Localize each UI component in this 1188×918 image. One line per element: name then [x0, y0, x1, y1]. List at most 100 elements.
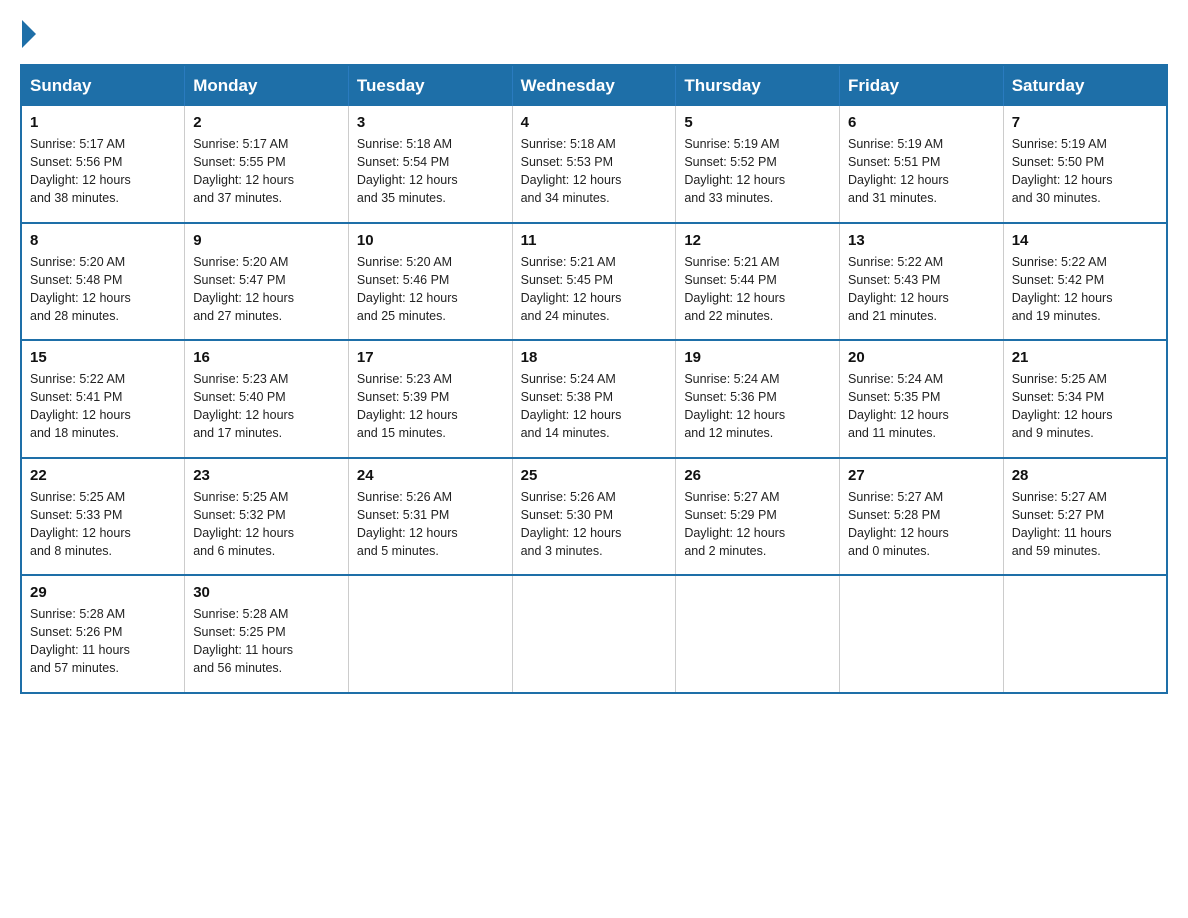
day-number: 4 [521, 114, 668, 131]
day-number: 16 [193, 349, 340, 366]
day-number: 29 [30, 584, 176, 601]
day-info: Sunrise: 5:25 AMSunset: 5:32 PMDaylight:… [193, 488, 340, 561]
day-info: Sunrise: 5:26 AMSunset: 5:31 PMDaylight:… [357, 488, 504, 561]
day-number: 10 [357, 232, 504, 249]
day-number: 13 [848, 232, 995, 249]
day-info: Sunrise: 5:26 AMSunset: 5:30 PMDaylight:… [521, 488, 668, 561]
header-tuesday: Tuesday [348, 65, 512, 106]
calendar-cell: 13 Sunrise: 5:22 AMSunset: 5:43 PMDaylig… [840, 223, 1004, 341]
calendar-cell: 1 Sunrise: 5:17 AMSunset: 5:56 PMDayligh… [21, 106, 185, 223]
day-number: 20 [848, 349, 995, 366]
logo-arrow-icon [22, 20, 36, 48]
day-info: Sunrise: 5:18 AMSunset: 5:54 PMDaylight:… [357, 135, 504, 208]
calendar-cell: 22 Sunrise: 5:25 AMSunset: 5:33 PMDaylig… [21, 458, 185, 576]
day-number: 1 [30, 114, 176, 131]
header-thursday: Thursday [676, 65, 840, 106]
day-number: 12 [684, 232, 831, 249]
calendar-week-4: 22 Sunrise: 5:25 AMSunset: 5:33 PMDaylig… [21, 458, 1167, 576]
day-info: Sunrise: 5:24 AMSunset: 5:36 PMDaylight:… [684, 370, 831, 443]
day-number: 26 [684, 467, 831, 484]
day-info: Sunrise: 5:22 AMSunset: 5:42 PMDaylight:… [1012, 253, 1158, 326]
day-number: 30 [193, 584, 340, 601]
calendar-table: SundayMondayTuesdayWednesdayThursdayFrid… [20, 64, 1168, 694]
day-info: Sunrise: 5:25 AMSunset: 5:34 PMDaylight:… [1012, 370, 1158, 443]
calendar-cell: 5 Sunrise: 5:19 AMSunset: 5:52 PMDayligh… [676, 106, 840, 223]
day-info: Sunrise: 5:22 AMSunset: 5:43 PMDaylight:… [848, 253, 995, 326]
day-number: 23 [193, 467, 340, 484]
header-wednesday: Wednesday [512, 65, 676, 106]
calendar-cell [512, 575, 676, 693]
calendar-cell: 24 Sunrise: 5:26 AMSunset: 5:31 PMDaylig… [348, 458, 512, 576]
page-header [20, 20, 1168, 44]
day-number: 17 [357, 349, 504, 366]
calendar-cell: 20 Sunrise: 5:24 AMSunset: 5:35 PMDaylig… [840, 340, 1004, 458]
day-info: Sunrise: 5:23 AMSunset: 5:39 PMDaylight:… [357, 370, 504, 443]
calendar-cell: 9 Sunrise: 5:20 AMSunset: 5:47 PMDayligh… [185, 223, 349, 341]
day-info: Sunrise: 5:24 AMSunset: 5:35 PMDaylight:… [848, 370, 995, 443]
calendar-week-1: 1 Sunrise: 5:17 AMSunset: 5:56 PMDayligh… [21, 106, 1167, 223]
day-number: 28 [1012, 467, 1158, 484]
calendar-week-5: 29 Sunrise: 5:28 AMSunset: 5:26 PMDaylig… [21, 575, 1167, 693]
calendar-cell: 29 Sunrise: 5:28 AMSunset: 5:26 PMDaylig… [21, 575, 185, 693]
day-number: 24 [357, 467, 504, 484]
day-number: 9 [193, 232, 340, 249]
day-number: 14 [1012, 232, 1158, 249]
calendar-cell [1003, 575, 1167, 693]
calendar-cell: 27 Sunrise: 5:27 AMSunset: 5:28 PMDaylig… [840, 458, 1004, 576]
calendar-cell: 4 Sunrise: 5:18 AMSunset: 5:53 PMDayligh… [512, 106, 676, 223]
day-info: Sunrise: 5:20 AMSunset: 5:48 PMDaylight:… [30, 253, 176, 326]
day-number: 18 [521, 349, 668, 366]
day-info: Sunrise: 5:19 AMSunset: 5:50 PMDaylight:… [1012, 135, 1158, 208]
header-friday: Friday [840, 65, 1004, 106]
day-number: 15 [30, 349, 176, 366]
day-info: Sunrise: 5:20 AMSunset: 5:47 PMDaylight:… [193, 253, 340, 326]
calendar-cell: 2 Sunrise: 5:17 AMSunset: 5:55 PMDayligh… [185, 106, 349, 223]
calendar-body: 1 Sunrise: 5:17 AMSunset: 5:56 PMDayligh… [21, 106, 1167, 693]
calendar-cell [348, 575, 512, 693]
calendar-cell: 3 Sunrise: 5:18 AMSunset: 5:54 PMDayligh… [348, 106, 512, 223]
calendar-cell [676, 575, 840, 693]
day-info: Sunrise: 5:18 AMSunset: 5:53 PMDaylight:… [521, 135, 668, 208]
day-info: Sunrise: 5:28 AMSunset: 5:26 PMDaylight:… [30, 605, 176, 678]
day-info: Sunrise: 5:21 AMSunset: 5:44 PMDaylight:… [684, 253, 831, 326]
day-number: 7 [1012, 114, 1158, 131]
day-info: Sunrise: 5:25 AMSunset: 5:33 PMDaylight:… [30, 488, 176, 561]
day-number: 27 [848, 467, 995, 484]
calendar-cell: 30 Sunrise: 5:28 AMSunset: 5:25 PMDaylig… [185, 575, 349, 693]
day-number: 22 [30, 467, 176, 484]
calendar-cell: 14 Sunrise: 5:22 AMSunset: 5:42 PMDaylig… [1003, 223, 1167, 341]
day-number: 25 [521, 467, 668, 484]
day-number: 3 [357, 114, 504, 131]
calendar-cell: 8 Sunrise: 5:20 AMSunset: 5:48 PMDayligh… [21, 223, 185, 341]
day-info: Sunrise: 5:20 AMSunset: 5:46 PMDaylight:… [357, 253, 504, 326]
header-saturday: Saturday [1003, 65, 1167, 106]
calendar-cell: 28 Sunrise: 5:27 AMSunset: 5:27 PMDaylig… [1003, 458, 1167, 576]
day-number: 2 [193, 114, 340, 131]
calendar-cell: 18 Sunrise: 5:24 AMSunset: 5:38 PMDaylig… [512, 340, 676, 458]
calendar-cell: 11 Sunrise: 5:21 AMSunset: 5:45 PMDaylig… [512, 223, 676, 341]
calendar-cell: 15 Sunrise: 5:22 AMSunset: 5:41 PMDaylig… [21, 340, 185, 458]
day-info: Sunrise: 5:28 AMSunset: 5:25 PMDaylight:… [193, 605, 340, 678]
calendar-cell: 17 Sunrise: 5:23 AMSunset: 5:39 PMDaylig… [348, 340, 512, 458]
calendar-cell [840, 575, 1004, 693]
calendar-cell: 26 Sunrise: 5:27 AMSunset: 5:29 PMDaylig… [676, 458, 840, 576]
day-info: Sunrise: 5:17 AMSunset: 5:56 PMDaylight:… [30, 135, 176, 208]
day-number: 11 [521, 232, 668, 249]
day-number: 19 [684, 349, 831, 366]
day-info: Sunrise: 5:27 AMSunset: 5:29 PMDaylight:… [684, 488, 831, 561]
header-monday: Monday [185, 65, 349, 106]
day-number: 6 [848, 114, 995, 131]
day-info: Sunrise: 5:23 AMSunset: 5:40 PMDaylight:… [193, 370, 340, 443]
day-info: Sunrise: 5:24 AMSunset: 5:38 PMDaylight:… [521, 370, 668, 443]
calendar-week-2: 8 Sunrise: 5:20 AMSunset: 5:48 PMDayligh… [21, 223, 1167, 341]
calendar-cell: 19 Sunrise: 5:24 AMSunset: 5:36 PMDaylig… [676, 340, 840, 458]
calendar-week-3: 15 Sunrise: 5:22 AMSunset: 5:41 PMDaylig… [21, 340, 1167, 458]
day-number: 8 [30, 232, 176, 249]
day-info: Sunrise: 5:17 AMSunset: 5:55 PMDaylight:… [193, 135, 340, 208]
day-info: Sunrise: 5:27 AMSunset: 5:28 PMDaylight:… [848, 488, 995, 561]
logo [20, 20, 38, 44]
calendar-cell: 6 Sunrise: 5:19 AMSunset: 5:51 PMDayligh… [840, 106, 1004, 223]
calendar-header-row: SundayMondayTuesdayWednesdayThursdayFrid… [21, 65, 1167, 106]
day-number: 5 [684, 114, 831, 131]
header-sunday: Sunday [21, 65, 185, 106]
